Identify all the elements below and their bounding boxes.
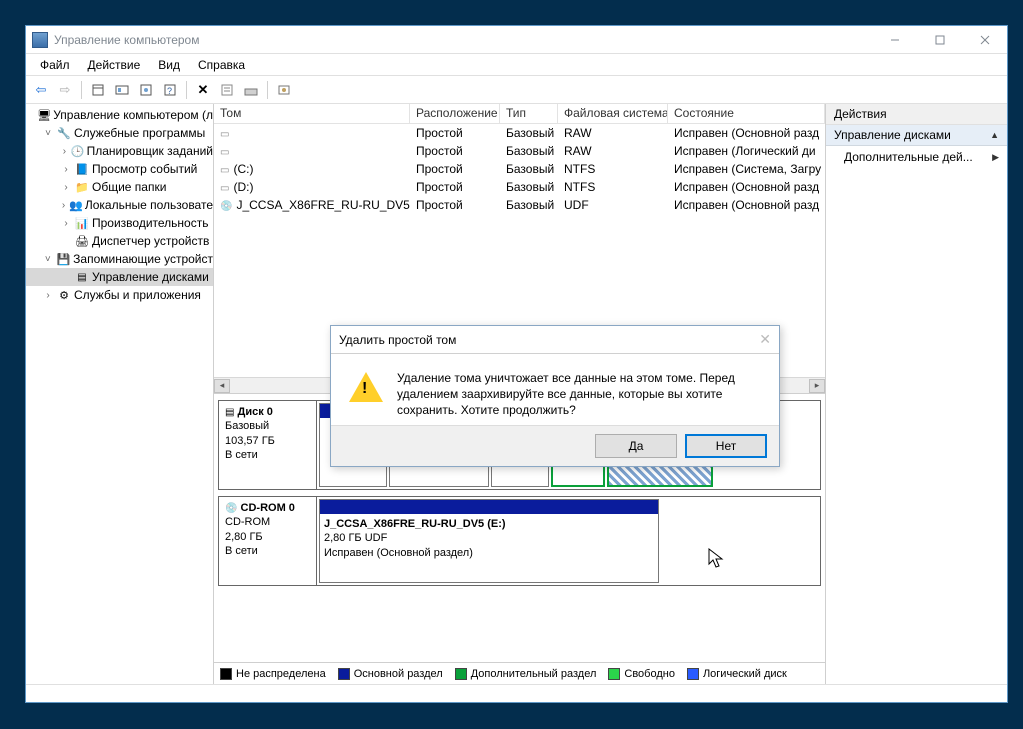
minimize-button[interactable]	[872, 26, 917, 54]
tree-services[interactable]: ›⚙ Службы и приложения	[26, 286, 213, 304]
tree-local-users[interactable]: ›👥 Локальные пользовате	[26, 196, 213, 214]
tree-root[interactable]: 🖥 Управление компьютером (л	[26, 106, 213, 124]
disk-row-cd0: 💿 CD-ROM 0 CD-ROM 2,80 ГБ В сети J_CCSA_…	[218, 496, 821, 586]
properties-icon[interactable]	[216, 79, 238, 101]
dialog-no-button[interactable]: Нет	[685, 434, 767, 458]
close-button[interactable]	[962, 26, 1007, 54]
toolbar-icon-4[interactable]: ?	[159, 79, 181, 101]
disk0-label[interactable]: ▤ Диск 0 Базовый 103,57 ГБ В сети	[219, 401, 317, 489]
app-icon	[32, 32, 48, 48]
chevron-right-icon: ▶	[992, 152, 999, 163]
volume-icon: ▭	[220, 183, 229, 194]
actions-header: Действия	[826, 104, 1007, 125]
col-layout[interactable]: Расположение	[410, 104, 500, 123]
volume-icon: ▭	[220, 147, 229, 158]
warning-icon	[349, 370, 383, 404]
tree-device-manager[interactable]: 🖨 Диспетчер устройств	[26, 232, 213, 250]
tree-task-scheduler[interactable]: ›🕒 Планировщик заданий	[26, 142, 213, 160]
tree-shared-folders[interactable]: ›📁 Общие папки	[26, 178, 213, 196]
menubar: Файл Действие Вид Справка	[26, 54, 1007, 76]
col-fs[interactable]: Файловая система	[558, 104, 668, 123]
dialog-message: Удаление тома уничтожает все данные на э…	[397, 370, 761, 419]
volume-header-row: Том Расположение Тип Файловая система Со…	[214, 104, 825, 124]
actions-more[interactable]: Дополнительные дей... ▶	[826, 146, 1007, 168]
menu-file[interactable]: Файл	[32, 56, 78, 74]
menu-view[interactable]: Вид	[150, 56, 188, 74]
window-title: Управление компьютером	[54, 33, 199, 47]
settings-icon[interactable]	[273, 79, 295, 101]
back-button[interactable]: ⇦	[30, 79, 52, 101]
cd0-label[interactable]: 💿 CD-ROM 0 CD-ROM 2,80 ГБ В сети	[219, 497, 317, 585]
volume-row[interactable]: ▭(D:)ПростойБазовыйNTFSИсправен (Основно…	[214, 178, 825, 196]
tree-event-viewer[interactable]: ›📘 Просмотр событий	[26, 160, 213, 178]
menu-action[interactable]: Действие	[80, 56, 149, 74]
actions-pane: Действия Управление дисками ▲ Дополнител…	[825, 104, 1007, 684]
menu-help[interactable]: Справка	[190, 56, 253, 74]
tree-disk-management[interactable]: ▤ Управление дисками	[26, 268, 213, 286]
delete-icon[interactable]: ✕	[192, 79, 214, 101]
col-volume[interactable]: Том	[214, 104, 410, 123]
dialog-titlebar: Удалить простой том ✕	[331, 326, 779, 354]
titlebar: Управление компьютером	[26, 26, 1007, 54]
col-status[interactable]: Состояние	[668, 104, 825, 123]
toolbar-icon-1[interactable]	[87, 79, 109, 101]
legend: Не распределена Основной раздел Дополнит…	[214, 662, 825, 684]
actions-section-diskmgmt[interactable]: Управление дисками ▲	[826, 125, 1007, 146]
statusbar	[26, 684, 1007, 702]
chevron-up-icon: ▲	[990, 130, 999, 140]
svg-text:?: ?	[167, 86, 172, 96]
volume-icon: ▭	[220, 129, 229, 140]
volume-row[interactable]: 💿J_CCSA_X86FRE_RU-RU_DV5 (E:)ПростойБазо…	[214, 196, 825, 214]
volume-icon: ▭	[220, 165, 229, 176]
tree-system-tools[interactable]: ˅🔧 Служебные программы	[26, 124, 213, 142]
navigation-tree: 🖥 Управление компьютером (л ˅🔧 Служебные…	[26, 104, 214, 684]
dialog-title: Удалить простой том	[339, 333, 456, 347]
toolbar: ⇦ ⇨ ? ✕	[26, 76, 1007, 104]
scroll-left-icon[interactable]: ◂	[214, 379, 230, 393]
dialog-yes-button[interactable]: Да	[595, 434, 677, 458]
toolbar-icon-3[interactable]	[135, 79, 157, 101]
maximize-button[interactable]	[917, 26, 962, 54]
forward-button[interactable]: ⇨	[54, 79, 76, 101]
rescan-icon[interactable]	[240, 79, 262, 101]
tree-storage[interactable]: ˅💾 Запоминающие устройст	[26, 250, 213, 268]
volume-row[interactable]: ▭(C:)ПростойБазовыйNTFSИсправен (Система…	[214, 160, 825, 178]
col-type[interactable]: Тип	[500, 104, 558, 123]
delete-volume-dialog: Удалить простой том ✕ Удаление тома унич…	[330, 325, 780, 467]
toolbar-icon-2[interactable]	[111, 79, 133, 101]
volume-icon: 💿	[220, 201, 232, 212]
scroll-right-icon[interactable]: ▸	[809, 379, 825, 393]
dialog-close-icon[interactable]: ✕	[759, 331, 771, 348]
volume-row[interactable]: ▭ПростойБазовыйRAWИсправен (Логический д…	[214, 142, 825, 160]
volume-row[interactable]: ▭ПростойБазовыйRAWИсправен (Основной раз…	[214, 124, 825, 142]
cd0-part[interactable]: J_CCSA_X86FRE_RU-RU_DV5 (E:) 2,80 ГБ UDF…	[319, 499, 659, 583]
tree-performance[interactable]: ›📊 Производительность	[26, 214, 213, 232]
